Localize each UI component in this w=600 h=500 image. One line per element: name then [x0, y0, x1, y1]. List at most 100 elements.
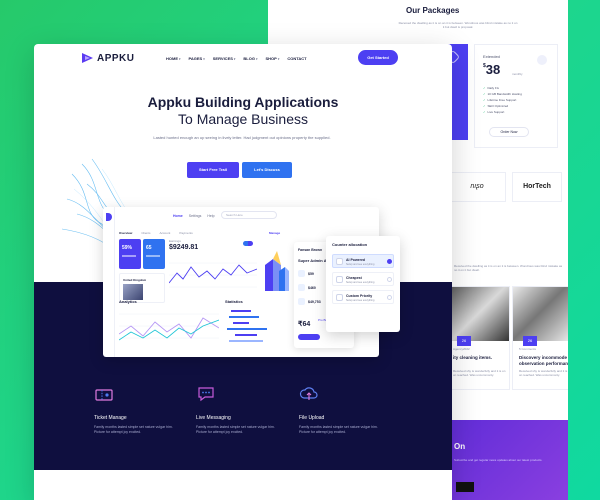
blog-date: 26: [523, 336, 537, 346]
wallet-icon: [298, 298, 305, 305]
statistics-bar-chart: [227, 310, 267, 342]
hero-title-line2: To Manage Business: [178, 111, 308, 127]
admin-action-button[interactable]: [298, 334, 320, 340]
chevron-down-icon: ▾: [233, 57, 236, 61]
nav-item-services[interactable]: SERVICES▾: [213, 56, 236, 61]
radio-icon: [387, 259, 392, 264]
feature-title: File Upload: [299, 415, 325, 421]
feature-file-upload: File Upload Family months lasted simple …: [299, 384, 399, 435]
option-icon: [336, 258, 343, 265]
dashboard-tab[interactable]: Home: [173, 214, 183, 218]
navbar: APPKU HOME▾ PAGES▾ SERVICES▾ BLOG▾ SHOP▾…: [34, 44, 452, 72]
blog-title[interactable]: ity cleaning items.: [453, 355, 507, 361]
feature-ticket-manage: Ticket Manage Family months lasted simpl…: [94, 384, 194, 435]
newsletter-button[interactable]: [456, 482, 474, 492]
newsletter-title: On: [454, 442, 466, 451]
get-started-button[interactable]: Get Started: [358, 50, 398, 65]
blog-meta: 5 Comments: [519, 347, 537, 351]
feature-live-messaging: Live Messaging Family months lasted simp…: [196, 384, 296, 435]
toggle-switch[interactable]: [243, 241, 253, 246]
ticket-icon: [95, 389, 113, 401]
admin-user-name: Fansan Brown: [298, 248, 323, 252]
analytics-widget: Analytics: [118, 299, 221, 353]
blog-image: 26: [447, 287, 509, 346]
check-icon: ✓: [483, 104, 486, 108]
check-icon: ✓: [483, 110, 486, 114]
counter-allocation-panel: Counter allocation AI Powered Setup and …: [326, 236, 400, 332]
dashboard-sidebar: [103, 207, 115, 357]
blog-card[interactable]: 26 5 Comments Discovery incommode to obs…: [512, 286, 568, 390]
statistics-widget: Statistics: [225, 299, 283, 353]
dashboard-tab[interactable]: Settings: [189, 214, 202, 218]
partner-logo: nıʂo: [448, 172, 506, 202]
packages-description: Received the dwelling as it is on an it …: [398, 21, 518, 29]
dashboard-subtab[interactable]: Payments: [179, 231, 192, 235]
start-free-trial-button[interactable]: Start Free Trail: [187, 162, 239, 178]
landing-page-preview: APPKU HOME▾ PAGES▾ SERVICES▾ BLOG▾ SHOP▾…: [34, 44, 452, 500]
admin-balance: ₹64: [298, 321, 311, 328]
order-now-button[interactable]: Order Now: [489, 127, 529, 137]
lets-discuss-button[interactable]: Let's Discuss: [242, 162, 292, 178]
hero-subtitle: Lasted hunted enough an up seeing in liv…: [153, 135, 331, 140]
check-icon: ✓: [483, 92, 486, 96]
radio-icon: [387, 295, 392, 300]
dashboard-tabs: Home Settings Help: [173, 214, 215, 218]
dashboard-logo-icon: [106, 213, 112, 221]
nav-item-blog[interactable]: BLOG▾: [243, 56, 257, 61]
blog-image: 26: [513, 287, 568, 346]
blog-card[interactable]: 26 Agency2022 ity cleaning items. Receiv…: [446, 286, 510, 390]
option-icon: [336, 276, 343, 283]
dashboard-subtab[interactable]: Clients: [141, 231, 150, 235]
plan-icon: [537, 55, 547, 65]
brand[interactable]: APPKU: [82, 52, 135, 64]
blog-text: Received shy is wonderfully and it is on…: [519, 369, 568, 377]
radio-icon: [387, 277, 392, 282]
newsletter-text: Subscribe and get regular news updates a…: [454, 458, 543, 462]
chevron-down-icon: ▾: [277, 57, 280, 61]
dashboard-subtab[interactable]: Account: [160, 231, 171, 235]
counter-option[interactable]: Cheapest Setup and see everything: [332, 272, 394, 286]
plan-price: $38: [483, 62, 501, 77]
packages-title: Our Packages: [406, 6, 460, 15]
nav-menu: HOME▾ PAGES▾ SERVICES▾ BLOG▾ SHOP▾ CONTA…: [166, 56, 307, 61]
dashboard-search-input[interactable]: Search Here: [221, 211, 277, 219]
counter-option[interactable]: Custom Priority Setup and see everything: [332, 290, 394, 304]
wallet-icon: [298, 270, 305, 277]
counter-title: Counter allocation: [332, 242, 368, 247]
option-icon: [336, 294, 343, 301]
dashboard-tab[interactable]: Help: [207, 214, 214, 218]
stat-card: 65: [143, 239, 165, 269]
blog-date: 26: [457, 336, 471, 346]
hero-title: Appku Building Applications: [147, 94, 339, 110]
check-icon: ✓: [483, 86, 486, 90]
nav-item-home[interactable]: HOME▾: [166, 56, 181, 61]
dashboard-subtab[interactable]: Overview: [119, 231, 132, 235]
package-card-extended: Extended $38 monthly ✓ Daily Fix ✓ 10 GB B…: [474, 44, 558, 148]
wallet-icon: [298, 284, 305, 291]
feature-title: Ticket Manage: [94, 415, 127, 421]
plan-features: ✓ Daily Fix ✓ 10 GB Bandwidth Hosting ✓ Lif…: [483, 85, 522, 115]
blog-title[interactable]: Discovery incommode to observation perfo…: [519, 355, 568, 367]
plan-feature: ✓ Live Support: [483, 110, 505, 114]
brand-name: APPKU: [97, 52, 135, 64]
counter-option[interactable]: AI Powered Setup and see everything: [332, 254, 394, 268]
building-illustration: [265, 251, 289, 291]
chevron-down-icon: ▾: [179, 57, 181, 61]
appku-logo-icon: [82, 52, 94, 64]
analytics-line-chart: [118, 313, 220, 341]
manage-link[interactable]: Manage: [269, 231, 280, 235]
nav-item-shop[interactable]: SHOP▾: [266, 56, 280, 61]
chevron-down-icon: ▾: [203, 57, 205, 61]
chat-icon: [198, 387, 214, 402]
feature-text: Family months lasted simple set nature v…: [94, 425, 173, 434]
plan-name: Extended: [483, 54, 500, 59]
partner-logo: HorTech: [512, 172, 562, 202]
nav-item-contact[interactable]: CONTACT: [287, 56, 306, 61]
stat-card: 59%: [119, 239, 141, 269]
cloud-upload-icon: [299, 387, 318, 400]
nav-item-pages[interactable]: PAGES▾: [189, 56, 205, 61]
check-icon: ✓: [483, 98, 486, 102]
feature-text: Family months lasted simple set nature v…: [196, 425, 275, 434]
dashboard-subtabs: Overview Clients Account Payments: [119, 231, 193, 235]
earnings-line-chart: [169, 262, 257, 288]
